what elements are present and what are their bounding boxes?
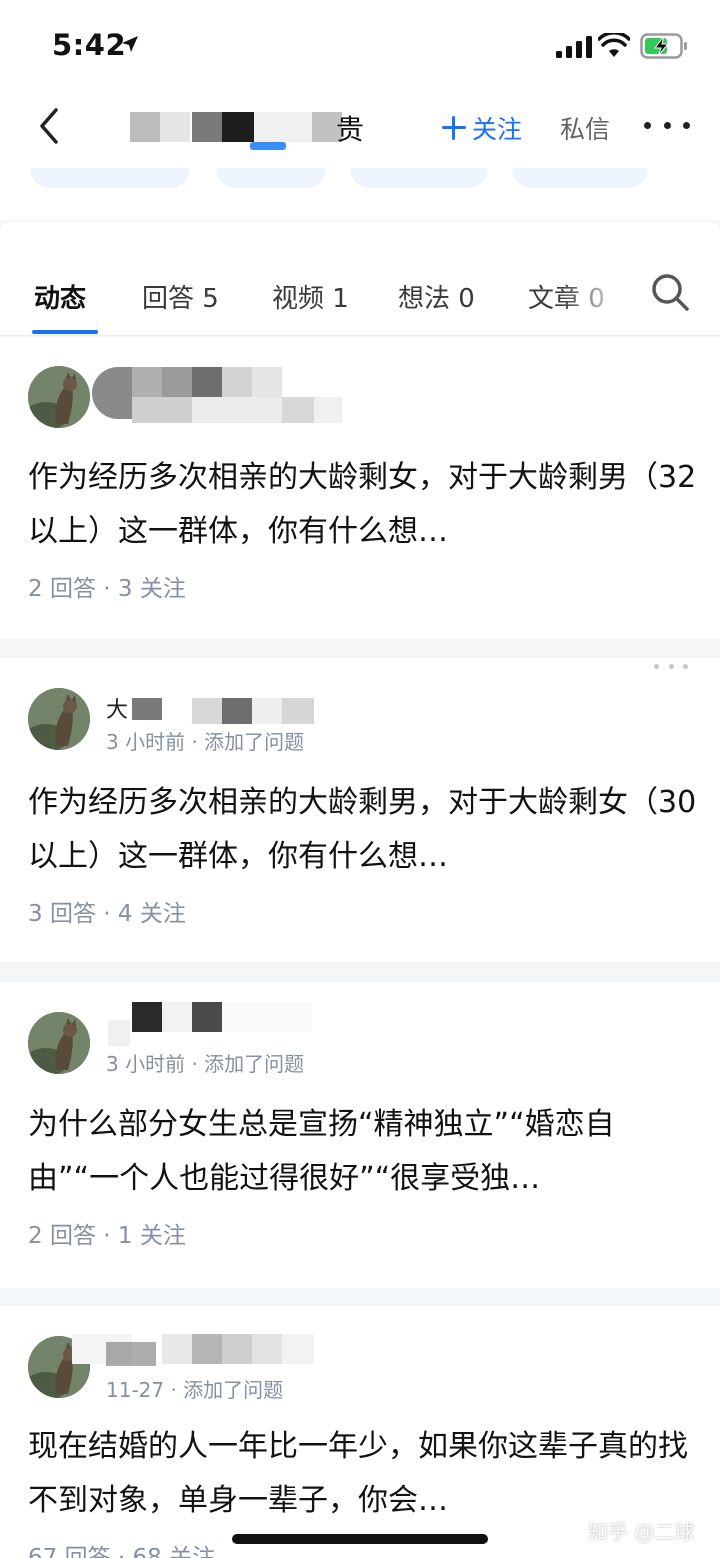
question-title[interactable]: 作为经历多次相亲的大龄剩男，对于大龄剩女（30 以上）这一群体，你有什么想… — [28, 776, 698, 884]
author-name[interactable]: 大 — [106, 692, 128, 724]
activity-meta: 3 小时前 · 添加了问题 — [106, 730, 305, 754]
tab-answers[interactable]: 回答 5 — [142, 278, 219, 315]
cat-avatar-image — [28, 1012, 90, 1074]
profile-tag[interactable] — [30, 168, 190, 188]
cat-avatar-image — [28, 366, 90, 428]
activity-meta: 11-27 · 添加了问题 — [106, 1378, 284, 1402]
active-tab-indicator — [32, 330, 98, 334]
feed-card[interactable]: 大 3 小时前 · 添加了问题 作为经历多次相亲的大龄剩男，对于大龄剩女（30 … — [0, 658, 720, 962]
location-arrow-icon — [122, 36, 138, 52]
feed-card[interactable]: 作为经历多次相亲的大龄剩女，对于大龄剩男（32 以上）这一群体，你有什么想… 2… — [0, 337, 720, 639]
more-options-icon[interactable] — [644, 122, 690, 132]
card-more-icon[interactable] — [654, 664, 688, 670]
profile-tab-bar: 动态 回答 5 视频 1 想法 0 文章 0 — [0, 222, 720, 336]
wifi-icon — [598, 33, 630, 57]
activity-meta: 3 小时前 · 添加了问题 — [106, 1052, 305, 1076]
profile-tags-strip — [0, 168, 720, 220]
tab-fade-overlay — [560, 262, 640, 322]
profile-name-redacted — [130, 110, 370, 150]
question-stats: 67 回答 · 68 关注 — [28, 1545, 216, 1558]
private-message-button[interactable]: 私信 — [560, 110, 610, 146]
question-title[interactable]: 作为经历多次相亲的大龄剩女，对于大龄剩男（32 以上）这一群体，你有什么想… — [28, 451, 698, 559]
plus-icon — [442, 116, 466, 140]
back-arrow-icon[interactable] — [30, 104, 70, 148]
follow-label: 关注 — [472, 115, 523, 144]
cat-avatar-image — [28, 688, 90, 750]
profile-tag[interactable] — [350, 168, 488, 188]
zhihu-watermark: 知乎 @二球 — [588, 1520, 695, 1544]
question-stats: 3 回答 · 4 关注 — [28, 901, 186, 927]
question-stats: 2 回答 · 3 关注 — [28, 576, 186, 602]
profile-tag[interactable] — [216, 168, 326, 188]
avatar[interactable] — [28, 688, 90, 750]
avatar[interactable] — [28, 366, 90, 428]
tab-thoughts[interactable]: 想法 0 — [398, 278, 475, 315]
cellular-signal-icon — [556, 36, 592, 58]
profile-tag[interactable] — [512, 168, 648, 188]
tab-activity[interactable]: 动态 — [34, 278, 86, 315]
status-bar: 5:42 — [0, 0, 720, 92]
question-title[interactable]: 现在结婚的人一年比一年少，如果你这辈子真的找不到对象，单身一辈子，你会… — [28, 1420, 698, 1528]
question-title[interactable]: 为什么部分女生总是宣扬“精神独立”“婚恋自由”“一个人也能过得很好”“很享受独… — [28, 1098, 698, 1206]
profile-name-char: 贵 — [336, 113, 365, 146]
feed-card[interactable]: 3 小时前 · 添加了问题 为什么部分女生总是宣扬“精神独立”“婚恋自由”“一个… — [0, 982, 720, 1288]
follow-button[interactable]: 关注 — [442, 110, 522, 146]
question-stats: 2 回答 · 1 关注 — [28, 1223, 186, 1249]
battery-charging-icon — [640, 33, 687, 59]
status-time: 5:42 — [52, 28, 127, 62]
search-icon[interactable] — [650, 272, 690, 312]
avatar[interactable] — [28, 1012, 90, 1074]
home-indicator[interactable] — [232, 1534, 488, 1544]
tab-videos[interactable]: 视频 1 — [272, 278, 349, 315]
